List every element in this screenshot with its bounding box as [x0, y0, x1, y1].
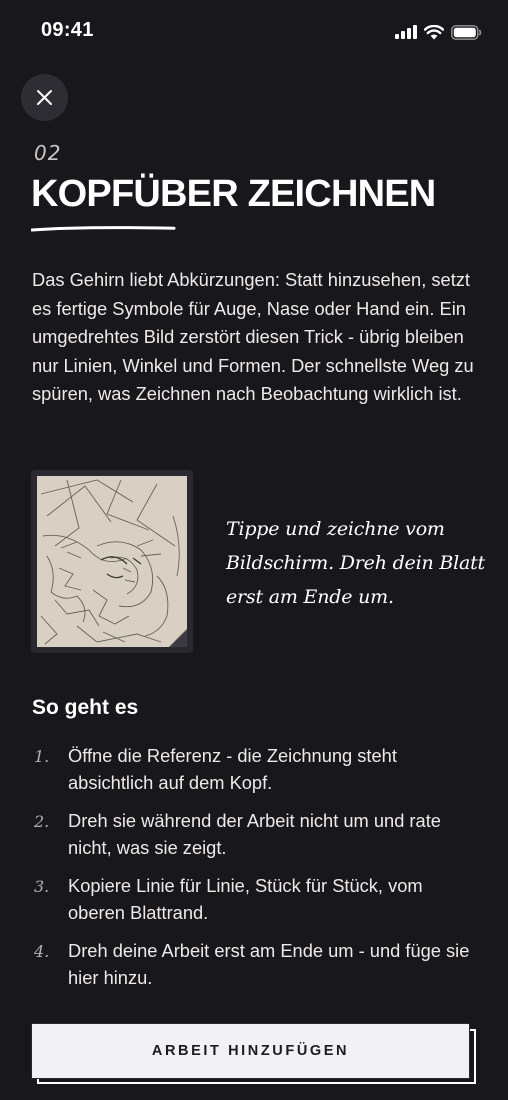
- step-number-label: 2.: [34, 812, 50, 831]
- step-item: 4. Dreh deine Arbeit erst am Ende um - u…: [32, 937, 482, 991]
- step-text: Dreh sie während der Arbeit nicht um und…: [68, 810, 441, 858]
- add-artwork-button[interactable]: ARBEIT HINZUFÜGEN: [31, 1023, 470, 1079]
- reference-image-card[interactable]: [31, 470, 193, 653]
- cta-wrapper: ARBEIT HINZUFÜGEN: [31, 1023, 476, 1084]
- drawing-hint: Tippe und zeichne vom Bildschirm. Dreh d…: [226, 518, 485, 608]
- step-item: 1. Öffne die Referenz - die Zeichnung st…: [32, 742, 482, 796]
- wifi-icon: [424, 24, 444, 39]
- step-number-label: 3.: [34, 877, 50, 896]
- step-number-label: 1.: [34, 747, 50, 766]
- step-item: 3. Kopiere Linie für Linie, Stück für St…: [32, 872, 482, 926]
- step-text: Öffne die Referenz - die Zeichnung steht…: [68, 745, 397, 793]
- steps-list: 1. Öffne die Referenz - die Zeichnung st…: [32, 742, 482, 991]
- cellular-signal-icon: [395, 25, 417, 39]
- step-number: 02: [34, 141, 62, 165]
- upside-down-reference-drawing: [37, 476, 187, 647]
- battery-icon: [451, 24, 482, 40]
- step-item: 2. Dreh sie während der Arbeit nicht um …: [32, 807, 482, 861]
- how-to-heading: So geht es: [32, 696, 139, 719]
- status-time: 09:41: [41, 19, 94, 41]
- step-text: Kopiere Linie für Linie, Stück für Stück…: [68, 875, 423, 923]
- close-button[interactable]: [21, 74, 68, 121]
- intro-paragraph: Das Gehirn liebt Abkürzungen: Statt hinz…: [32, 269, 474, 405]
- page-title: KOPFÜBER ZEICHNEN: [31, 173, 436, 215]
- status-bar: 09:41: [0, 0, 508, 64]
- close-icon: [37, 90, 52, 105]
- title-underline: [31, 226, 176, 232]
- step-number-label: 4.: [34, 942, 50, 961]
- step-text: Dreh deine Arbeit erst am Ende um - und …: [68, 940, 470, 988]
- status-icons: [395, 22, 482, 42]
